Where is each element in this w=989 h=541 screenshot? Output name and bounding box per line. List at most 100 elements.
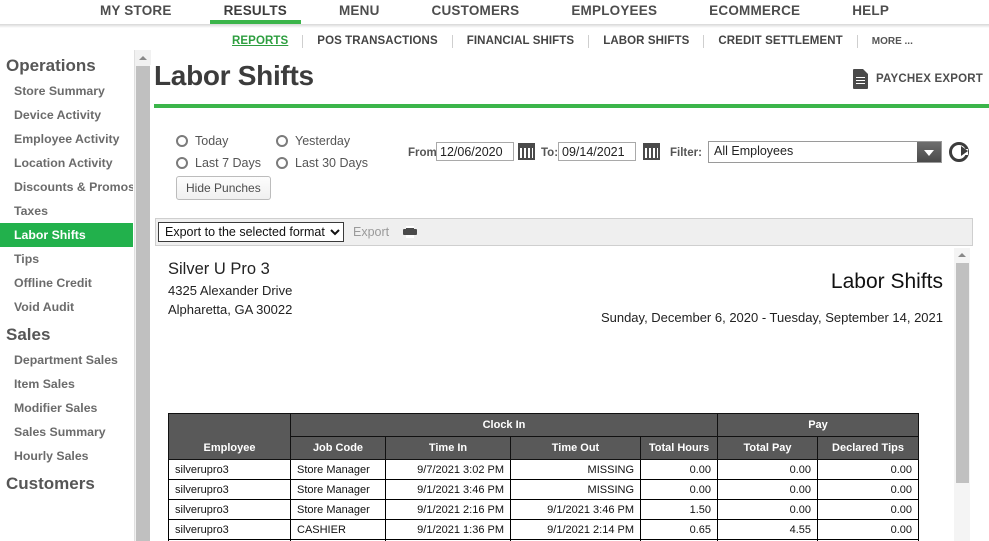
topnav-item-results[interactable]: RESULTS (198, 0, 313, 24)
sidebar-item-sales-summary[interactable]: Sales Summary (0, 420, 133, 444)
sidebar-item-department-sales[interactable]: Department Sales (0, 348, 133, 372)
subnav-item-pos-transactions[interactable]: POS TRANSACTIONS (303, 34, 453, 48)
cell-job-code: Store Manager (290, 499, 386, 520)
sidebar-item-discounts-promos[interactable]: Discounts & Promos (0, 175, 133, 199)
sidebar-item-location-activity[interactable]: Location Activity (0, 151, 133, 175)
hide-punches-button[interactable]: Hide Punches (176, 176, 271, 200)
export-link[interactable]: Export (353, 225, 389, 239)
calendar-icon-to[interactable] (643, 143, 660, 160)
calendar-icon-from[interactable] (518, 143, 535, 160)
topnav-item-employees[interactable]: EMPLOYEES (545, 0, 683, 24)
cell-total-hours: 0.65 (640, 519, 718, 540)
report-date-range: Sunday, December 6, 2020 - Tuesday, Sept… (600, 310, 943, 325)
sidebar-item-modifier-sales[interactable]: Modifier Sales (0, 396, 133, 420)
to-label: To: (541, 147, 559, 159)
subnav-item-reports[interactable]: REPORTS (218, 34, 304, 48)
cell-time-out: MISSING (510, 479, 641, 500)
radio-yesterday-circle[interactable] (276, 135, 288, 147)
radio-today-circle[interactable] (176, 135, 188, 147)
cell-time-in: 9/1/2021 2:16 PM (385, 499, 511, 520)
sidebar-item-employee-activity[interactable]: Employee Activity (0, 127, 133, 151)
cell-time-in: 9/7/2021 3:02 PM (385, 459, 511, 480)
topnav-item-help[interactable]: HELP (826, 0, 915, 24)
cell-employee: silverupro3 (168, 479, 291, 500)
radio-last-30-days-circle[interactable] (276, 157, 288, 169)
sidebar-item-taxes[interactable]: Taxes (0, 199, 133, 223)
cell-total-hours: 0.00 (640, 479, 718, 500)
sidebar-item-item-sales[interactable]: Item Sales (0, 372, 133, 396)
radio-last-30-days-label: Last 30 Days (295, 156, 368, 170)
print-icon[interactable] (403, 226, 418, 238)
table-header-declared-tips: Declared Tips (817, 436, 919, 460)
report-scrollbar[interactable] (954, 248, 970, 541)
employee-filter-value: All Employees (714, 144, 794, 158)
radio-last-7-days-label: Last 7 Days (195, 156, 262, 170)
subnav-item-financial-shifts[interactable]: FINANCIAL SHIFTS (453, 34, 590, 48)
radio-last-30-days[interactable]: Last 30 Days (276, 156, 368, 170)
primary-navigation: MY STORE RESULTS MENU CUSTOMERS EMPLOYEES ECO… (0, 0, 989, 24)
sidebar-item-tips[interactable]: Tips (0, 247, 133, 271)
sidebar-item-store-summary[interactable]: Store Summary (0, 79, 133, 103)
cell-job-code: Store Manager (290, 459, 386, 480)
labor-shifts-table: Employee Clock In Pay Job Code Time In Time … (168, 413, 919, 541)
sidebar-item-offline-credit[interactable]: Offline Credit (0, 271, 133, 295)
table-group-header-row: Employee Clock In Pay (168, 413, 919, 460)
cell-total-pay: 0.00 (717, 459, 818, 480)
cell-total-hours: 1.50 (640, 499, 718, 520)
table-row: silverupro3 Store Manager 9/1/2021 3:46 PM… (168, 479, 919, 500)
report-scroll-thumb[interactable] (956, 263, 969, 483)
cell-time-in: 9/1/2021 3:46 PM (385, 479, 511, 500)
document-icon (853, 69, 869, 89)
radio-yesterday[interactable]: Yesterday (276, 134, 350, 148)
cell-declared-tips: 0.00 (817, 519, 919, 540)
subnav-item-credit-settlement[interactable]: CREDIT SETTLEMENT (704, 34, 858, 48)
sidebar: Operations Store Summary Device Activity Em… (0, 50, 133, 541)
radio-yesterday-label: Yesterday (295, 134, 351, 148)
topnav-item-menu[interactable]: MENU (313, 0, 406, 24)
cell-time-out: MISSING (510, 459, 641, 480)
sidebar-item-device-activity[interactable]: Device Activity (0, 103, 133, 127)
radio-last-7-days[interactable]: Last 7 Days (176, 156, 261, 170)
sidebar-scrollbar[interactable] (134, 50, 151, 541)
table-row: silverupro3 Store Manager 9/7/2021 3:02 PM… (168, 459, 919, 480)
paychex-export-button[interactable]: PAYCHEX EXPORT (853, 69, 983, 89)
table-body: silverupro3 Store Manager 9/7/2021 3:02 PM… (168, 459, 919, 541)
report-filter-controls: Today Yesterday Last 7 Days Last 30 Days… (152, 132, 989, 200)
topnav-item-my-store[interactable]: MY STORE (74, 0, 198, 24)
from-date-input[interactable] (436, 142, 514, 161)
export-format-select[interactable]: Export to the selected formatCSVExcelPDF… (158, 222, 344, 242)
main-content: Labor Shifts PAYCHEX EXPORT Today Yester… (152, 50, 989, 541)
title-divider (154, 104, 989, 108)
subnav-item-labor-shifts[interactable]: LABOR SHIFTS (589, 34, 705, 48)
sidebar-item-labor-shifts[interactable]: Labor Shifts (0, 223, 133, 247)
sidebar-item-hourly-sales[interactable]: Hourly Sales (0, 444, 133, 468)
sidebar-scroll-up-arrow[interactable] (135, 50, 151, 65)
to-date-input[interactable] (558, 142, 636, 161)
sidebar-item-void-audit[interactable]: Void Audit (0, 295, 133, 319)
cell-time-out: 9/1/2021 3:46 PM (510, 499, 641, 520)
radio-today[interactable]: Today (176, 134, 228, 148)
table-header-total-hours: Total Hours (640, 436, 718, 460)
table-header-time-out: Time Out (510, 436, 641, 460)
report-scroll-up-arrow[interactable] (954, 248, 970, 262)
sidebar-group-operations: Operations (6, 56, 96, 75)
table-group-header-clock-in: Clock In (290, 413, 718, 437)
export-toolbar: Export to the selected formatCSVExcelPDF… (155, 218, 973, 246)
refresh-icon[interactable] (949, 142, 969, 162)
subnav-item-more[interactable]: MORE ... (858, 35, 927, 48)
employee-filter-select[interactable]: All Employees (708, 141, 942, 163)
chevron-down-icon[interactable] (917, 142, 941, 162)
topnav-item-ecommerce[interactable]: ECOMMERCE (683, 0, 826, 24)
cell-total-pay: 4.55 (717, 519, 818, 540)
table-header-total-pay: Total Pay (717, 436, 818, 460)
cell-total-hours: 0.00 (640, 459, 718, 480)
cell-total-pay: 0.00 (717, 499, 818, 520)
sidebar-scroll-thumb[interactable] (136, 66, 150, 541)
radio-last-7-days-circle[interactable] (176, 157, 188, 169)
cell-job-code: Store Manager (290, 479, 386, 500)
radio-today-label: Today (195, 134, 229, 148)
sidebar-group-sales: Sales (6, 325, 51, 344)
table-row: silverupro3 CASHIER 9/1/2021 1:36 PM 9/1/20… (168, 519, 919, 540)
topnav-item-customers[interactable]: CUSTOMERS (406, 0, 546, 24)
cell-declared-tips: 0.00 (817, 459, 919, 480)
